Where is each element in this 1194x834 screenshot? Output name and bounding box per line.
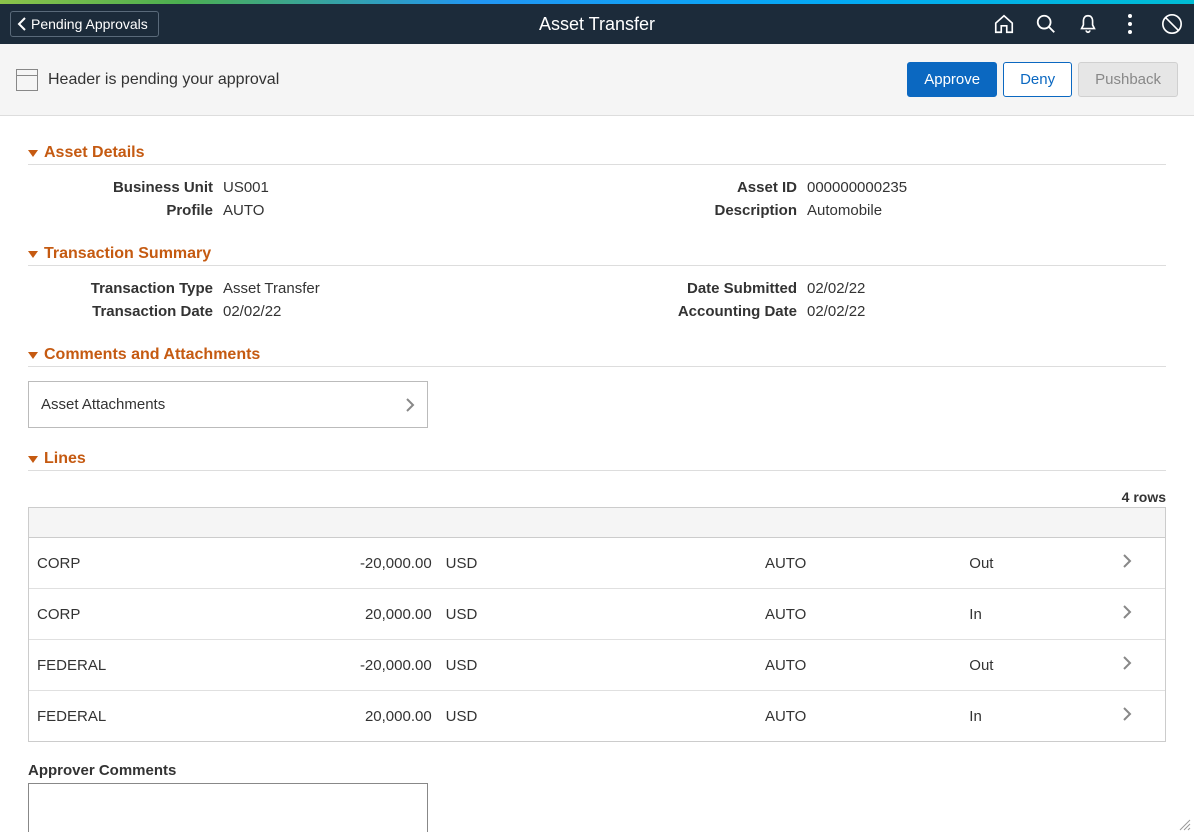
collapse-icon	[28, 454, 38, 464]
asset-attachments-link[interactable]: Asset Attachments	[28, 381, 428, 428]
status-left: Header is pending your approval	[16, 69, 279, 91]
cell-direction: Out	[969, 555, 1097, 572]
field-transaction-type: Transaction Type Asset Transfer	[28, 280, 582, 297]
section-lines[interactable]: Lines	[28, 450, 1166, 471]
cell-book: FEDERAL	[37, 708, 292, 725]
approve-button[interactable]: Approve	[907, 62, 997, 97]
field-business-unit: Business Unit US001	[28, 179, 582, 196]
status-text: Header is pending your approval	[48, 71, 279, 89]
field-value: Asset Transfer	[223, 280, 320, 297]
field-description: Description Automobile	[612, 202, 1166, 219]
lines-table: CORP-20,000.00USDAUTOOutCORP20,000.00USD…	[28, 507, 1166, 742]
home-icon[interactable]	[992, 12, 1016, 36]
field-label: Description	[612, 202, 797, 219]
cell-direction: In	[969, 606, 1097, 623]
pushback-button: Pushback	[1078, 62, 1178, 97]
chevron-left-icon	[17, 17, 27, 31]
field-transaction-date: Transaction Date 02/02/22	[28, 303, 582, 320]
cell-book: FEDERAL	[37, 657, 292, 674]
field-label: Asset ID	[612, 179, 797, 196]
field-value: 02/02/22	[223, 303, 281, 320]
table-row[interactable]: CORP-20,000.00USDAUTOOut	[29, 538, 1165, 588]
cell-profile: AUTO	[765, 606, 969, 623]
chevron-right-icon	[405, 398, 415, 412]
field-label: Date Submitted	[612, 280, 797, 297]
cell-book: CORP	[37, 606, 292, 623]
header-bar: Pending Approvals Asset Transfer	[0, 4, 1194, 44]
field-value: US001	[223, 179, 269, 196]
back-label: Pending Approvals	[31, 16, 148, 32]
header-status-icon	[16, 69, 38, 91]
section-title: Lines	[44, 450, 86, 468]
content-scroll[interactable]: Asset Details Business Unit US001 Asset …	[0, 116, 1194, 832]
cell-amount: -20,000.00	[292, 555, 445, 572]
page-title: Asset Transfer	[539, 14, 655, 35]
section-title: Asset Details	[44, 144, 145, 162]
header-icons	[992, 12, 1184, 36]
cell-currency: USD	[446, 708, 765, 725]
field-value: Automobile	[807, 202, 882, 219]
section-asset-details[interactable]: Asset Details	[28, 144, 1166, 165]
section-title: Transaction Summary	[44, 245, 211, 263]
field-accounting-date: Accounting Date 02/02/22	[612, 303, 1166, 320]
transaction-summary-grid: Transaction Type Asset Transfer Date Sub…	[28, 266, 1166, 338]
collapse-icon	[28, 350, 38, 360]
back-button[interactable]: Pending Approvals	[10, 11, 159, 37]
field-date-submitted: Date Submitted 02/02/22	[612, 280, 1166, 297]
cell-direction: Out	[969, 657, 1097, 674]
sub-header: Header is pending your approval Approve …	[0, 44, 1194, 116]
cell-amount: 20,000.00	[292, 708, 445, 725]
cell-profile: AUTO	[765, 708, 969, 725]
chevron-right-icon	[1097, 605, 1157, 623]
collapse-icon	[28, 148, 38, 158]
nav-icon[interactable]	[1160, 12, 1184, 36]
cell-amount: -20,000.00	[292, 657, 445, 674]
section-title: Comments and Attachments	[44, 346, 260, 364]
cell-profile: AUTO	[765, 555, 969, 572]
chevron-right-icon	[1097, 656, 1157, 674]
cell-currency: USD	[446, 657, 765, 674]
table-row[interactable]: FEDERAL-20,000.00USDAUTOOut	[29, 639, 1165, 690]
field-value: 02/02/22	[807, 280, 865, 297]
content-inner: Asset Details Business Unit US001 Asset …	[0, 116, 1194, 832]
cell-currency: USD	[446, 555, 765, 572]
table-row[interactable]: FEDERAL20,000.00USDAUTOIn	[29, 690, 1165, 741]
chevron-right-icon	[1097, 707, 1157, 725]
search-icon[interactable]	[1034, 12, 1058, 36]
approver-comments-label: Approver Comments	[28, 762, 1166, 779]
field-label: Transaction Date	[28, 303, 213, 320]
action-buttons: Approve Deny Pushback	[907, 62, 1178, 97]
table-row[interactable]: CORP20,000.00USDAUTOIn	[29, 588, 1165, 639]
attach-label: Asset Attachments	[41, 396, 165, 413]
field-label: Profile	[28, 202, 213, 219]
field-label: Business Unit	[28, 179, 213, 196]
cell-currency: USD	[446, 606, 765, 623]
field-value: 000000000235	[807, 179, 907, 196]
rows-count: 4 rows	[28, 489, 1166, 505]
field-profile: Profile AUTO	[28, 202, 582, 219]
field-label: Accounting Date	[612, 303, 797, 320]
chevron-right-icon	[1097, 554, 1157, 572]
asset-details-grid: Business Unit US001 Asset ID 00000000023…	[28, 165, 1166, 237]
notifications-icon[interactable]	[1076, 12, 1100, 36]
collapse-icon	[28, 249, 38, 259]
field-value: AUTO	[223, 202, 264, 219]
field-value: 02/02/22	[807, 303, 865, 320]
actions-menu-icon[interactable]	[1118, 12, 1142, 36]
section-comments-attachments[interactable]: Comments and Attachments	[28, 346, 1166, 367]
cell-profile: AUTO	[765, 657, 969, 674]
deny-button[interactable]: Deny	[1003, 62, 1072, 97]
cell-book: CORP	[37, 555, 292, 572]
field-asset-id: Asset ID 000000000235	[612, 179, 1166, 196]
lines-table-header	[29, 508, 1165, 538]
field-label: Transaction Type	[28, 280, 213, 297]
section-transaction-summary[interactable]: Transaction Summary	[28, 245, 1166, 266]
cell-amount: 20,000.00	[292, 606, 445, 623]
approver-comments-input[interactable]	[28, 783, 428, 832]
cell-direction: In	[969, 708, 1097, 725]
